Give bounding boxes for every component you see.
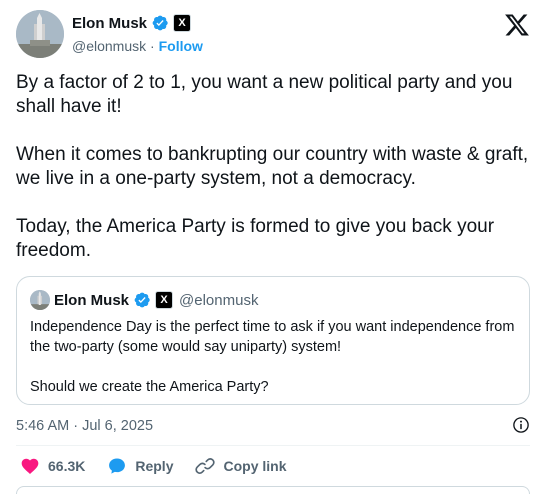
tweet-paragraph: Today, the America Party is formed to gi…	[16, 216, 495, 261]
tweet-meta: 5:46 AM · Jul 6, 2025	[16, 416, 530, 436]
author-name[interactable]: Elon Musk	[72, 15, 147, 32]
author-block: Elon Musk X @elonmusk · Follow	[72, 12, 203, 56]
tweet-paragraph: When it comes to bankrupting our country…	[16, 144, 529, 189]
link-icon	[195, 456, 216, 476]
info-icon[interactable]	[512, 416, 530, 434]
author-handle[interactable]: @elonmusk	[72, 38, 146, 54]
tweet-header: Elon Musk X @elonmusk · Follow	[16, 10, 530, 60]
timestamp[interactable]: 5:46 AM · Jul 6, 2025	[16, 418, 153, 434]
avatar[interactable]	[16, 10, 64, 58]
quoted-tweet-header: Elon Musk X @elonmusk	[30, 289, 258, 311]
quoted-paragraph: Independence Day is the perfect time to …	[30, 319, 515, 355]
quoted-avatar	[30, 290, 50, 310]
author-handle-row: @elonmusk · Follow	[72, 36, 203, 56]
quoted-tweet[interactable]: Elon Musk X @elonmusk Independence Day i…	[16, 276, 530, 405]
x-badge-icon: X	[155, 291, 174, 309]
divider	[16, 445, 530, 446]
heart-icon	[20, 456, 40, 476]
quoted-paragraph: Should we create the America Party?	[30, 379, 269, 395]
action-bar: 66.3K Reply Copy link	[20, 455, 309, 477]
reply-button[interactable]: Reply	[107, 456, 173, 476]
verified-icon[interactable]	[151, 14, 169, 32]
quoted-author-handle: @elonmusk	[179, 291, 259, 309]
tweet-text: By a factor of 2 to 1, you want a new po…	[16, 71, 530, 263]
reply-label: Reply	[135, 458, 174, 474]
separator-dot: ·	[150, 38, 159, 54]
avatar-image	[16, 10, 64, 58]
verified-icon	[133, 291, 151, 309]
author-name-row: Elon Musk X	[72, 12, 203, 34]
tweet-card: Elon Musk X @elonmusk · Follow By a fact…	[0, 0, 546, 494]
tweet-paragraph: By a factor of 2 to 1, you want a new po…	[16, 72, 513, 117]
like-button[interactable]: 66.3K	[20, 456, 85, 476]
like-count: 66.3K	[48, 458, 86, 474]
x-logo-icon[interactable]	[504, 12, 530, 38]
read-replies-button-edge[interactable]	[16, 486, 530, 494]
reply-icon	[107, 456, 127, 476]
follow-button[interactable]: Follow	[159, 38, 203, 54]
copy-link-button[interactable]: Copy link	[195, 456, 287, 476]
x-badge-icon[interactable]: X	[173, 14, 192, 32]
copy-link-label: Copy link	[223, 458, 287, 474]
quoted-tweet-text: Independence Day is the perfect time to …	[30, 317, 518, 397]
quoted-author-name: Elon Musk	[54, 291, 130, 309]
quoted-avatar-image	[30, 290, 50, 310]
